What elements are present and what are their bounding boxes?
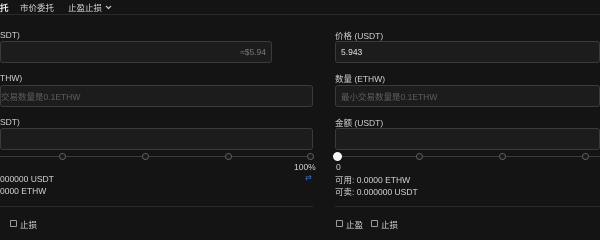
sell-amount-input[interactable]: 最小交易数量是0.1ETHW — [335, 85, 600, 107]
buy-section-divider — [0, 206, 313, 207]
tab-take-profit-stop-loss[interactable]: 止盈止损 — [68, 2, 112, 14]
sell-slider-min-label: 0 — [336, 162, 341, 172]
sell-percent-slider[interactable] — [333, 152, 600, 162]
buy-price-input[interactable]: ≈$5.94 — [0, 41, 272, 63]
slider-thumb[interactable] — [333, 152, 342, 161]
tab-limit-order[interactable]: 托 — [0, 2, 9, 14]
buy-slider-max-label: 100% — [294, 162, 316, 172]
slider-tick-50[interactable] — [499, 153, 506, 160]
buy-total-label: SDT) — [0, 117, 20, 127]
sell-amount-label: 数量 (ETHW) — [335, 74, 386, 84]
slider-tick-75[interactable] — [225, 153, 232, 160]
sell-stop-loss-checkbox[interactable] — [371, 220, 378, 227]
slider-tick-50[interactable] — [142, 153, 149, 160]
buy-stop-loss-checkbox[interactable] — [10, 220, 17, 227]
sell-price-value: 5.943 — [341, 47, 363, 57]
sell-total-input[interactable] — [335, 128, 600, 150]
order-type-tabs: 托 市价委托 止盈止损 — [0, 0, 600, 14]
slider-tick-25[interactable] — [416, 153, 423, 160]
buy-sellable-balance: 0000 ETHW — [0, 186, 47, 196]
slider-track — [337, 156, 600, 157]
tab-market-order[interactable]: 市价委托 — [20, 2, 54, 14]
sell-sellable-balance: 可卖: 0.000000 USDT — [335, 187, 418, 197]
buy-amount-label: THW) — [0, 73, 23, 83]
buy-stop-loss-label: 止损 — [20, 220, 38, 230]
chevron-down-icon[interactable] — [105, 2, 112, 12]
buy-available-balance: 000000 USDT — [0, 174, 54, 184]
slider-tick-25[interactable] — [59, 153, 66, 160]
buy-total-input[interactable] — [0, 128, 313, 150]
sell-price-input[interactable]: 5.943 — [335, 41, 600, 63]
tab-take-profit-stop-loss-label: 止盈止损 — [68, 3, 103, 13]
slider-track — [0, 156, 312, 157]
buy-percent-slider[interactable] — [0, 152, 314, 162]
take-profit-label: 止盈 — [346, 220, 364, 230]
tabs-divider — [0, 14, 600, 15]
take-profit-checkbox[interactable] — [336, 220, 343, 227]
slider-tick-75[interactable] — [582, 153, 589, 160]
buy-amount-input[interactable]: 交易数量是0.1ETHW — [0, 85, 313, 107]
buy-price-label: SDT) — [0, 30, 20, 40]
sell-available-balance: 可用: 0.0000 ETHW — [335, 175, 411, 185]
swap-arrows-icon[interactable]: ⇄ — [305, 173, 312, 182]
sell-amount-placeholder: 最小交易数量是0.1ETHW — [341, 92, 438, 102]
sell-section-divider — [335, 206, 600, 207]
buy-price-usd-estimate: ≈$5.94 — [240, 47, 266, 57]
sell-stop-loss-label: 止损 — [381, 220, 399, 230]
slider-tick-100[interactable] — [307, 153, 314, 160]
buy-amount-placeholder: 交易数量是0.1ETHW — [1, 92, 81, 102]
